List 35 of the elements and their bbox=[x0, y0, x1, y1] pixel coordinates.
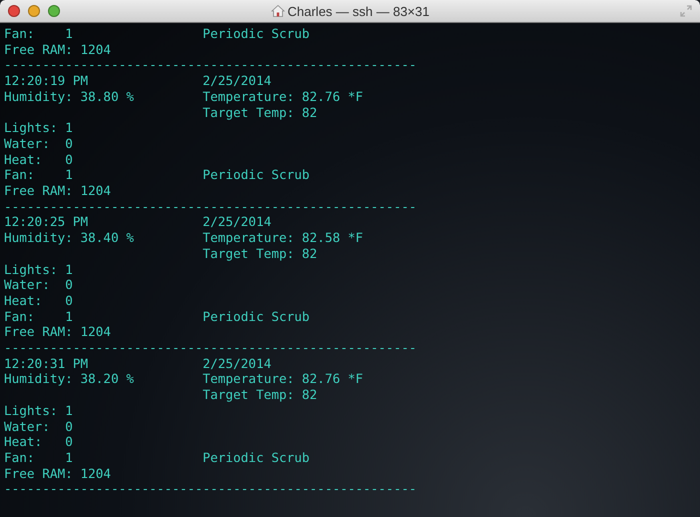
terminal-line: 12:20:25 PM 2/25/2014 bbox=[4, 214, 272, 230]
terminal-line: Humidity: 38.40 % Temperature: 82.58 *F bbox=[4, 230, 364, 246]
terminal-line: 12:20:31 PM 2/25/2014 bbox=[4, 356, 272, 372]
zoom-button[interactable] bbox=[48, 5, 60, 17]
terminal-line: 12:20:19 PM 2/25/2014 bbox=[4, 73, 272, 89]
terminal-line: Free RAM: 1204 bbox=[4, 324, 111, 340]
terminal-line: Humidity: 38.80 % Temperature: 82.76 *F bbox=[4, 88, 364, 105]
terminal-line: Fan: 1 Periodic Scrub bbox=[4, 26, 310, 42]
terminal-line: Humidity: 38.20 % Temperature: 82.76 *F bbox=[4, 371, 364, 388]
terminal-line: Fan: 1 Periodic Scrub bbox=[4, 450, 310, 466]
terminal-line: Free RAM: 1204 bbox=[4, 42, 111, 58]
terminal-line: Heat: 0 bbox=[4, 292, 73, 309]
terminal-line: Target Temp: 82 bbox=[202, 387, 318, 403]
terminal-line: Free RAM: 1204 bbox=[4, 183, 111, 199]
minimize-button[interactable] bbox=[28, 5, 40, 17]
terminal-line: Fan: 1 Periodic Scrub bbox=[4, 167, 310, 184]
home-icon bbox=[270, 4, 284, 18]
terminal-line: Fan: 1 Periodic Scrub bbox=[4, 308, 310, 324]
terminal-line: Water: 0 bbox=[4, 418, 73, 434]
close-button[interactable] bbox=[8, 5, 20, 17]
window-title: Charles — ssh — 83×31 bbox=[288, 4, 430, 18]
terminal-line: Target Temp: 82 bbox=[202, 104, 318, 120]
terminal-line: Lights: 1 bbox=[4, 402, 73, 419]
terminal-line: Heat: 0 bbox=[4, 152, 73, 168]
terminal-line: ------------------------------------------------------ bbox=[4, 57, 416, 74]
terminal-line: ------------------------------------------------------ bbox=[4, 340, 416, 356]
terminal-line: ------------------------------------------------------ bbox=[4, 481, 416, 498]
terminal-line: ------------------------------------------------------ bbox=[4, 198, 416, 214]
terminal-line: Water: 0 bbox=[4, 277, 73, 293]
terminal-line: Heat: 0 bbox=[4, 434, 73, 450]
terminal-line: Target Temp: 82 bbox=[202, 246, 318, 262]
terminal-line: Lights: 1 bbox=[4, 120, 73, 136]
terminal-line: Water: 0 bbox=[4, 136, 73, 152]
terminal-line: Lights: 1 bbox=[4, 262, 73, 278]
terminal-line: Free RAM: 1204 bbox=[4, 466, 111, 482]
